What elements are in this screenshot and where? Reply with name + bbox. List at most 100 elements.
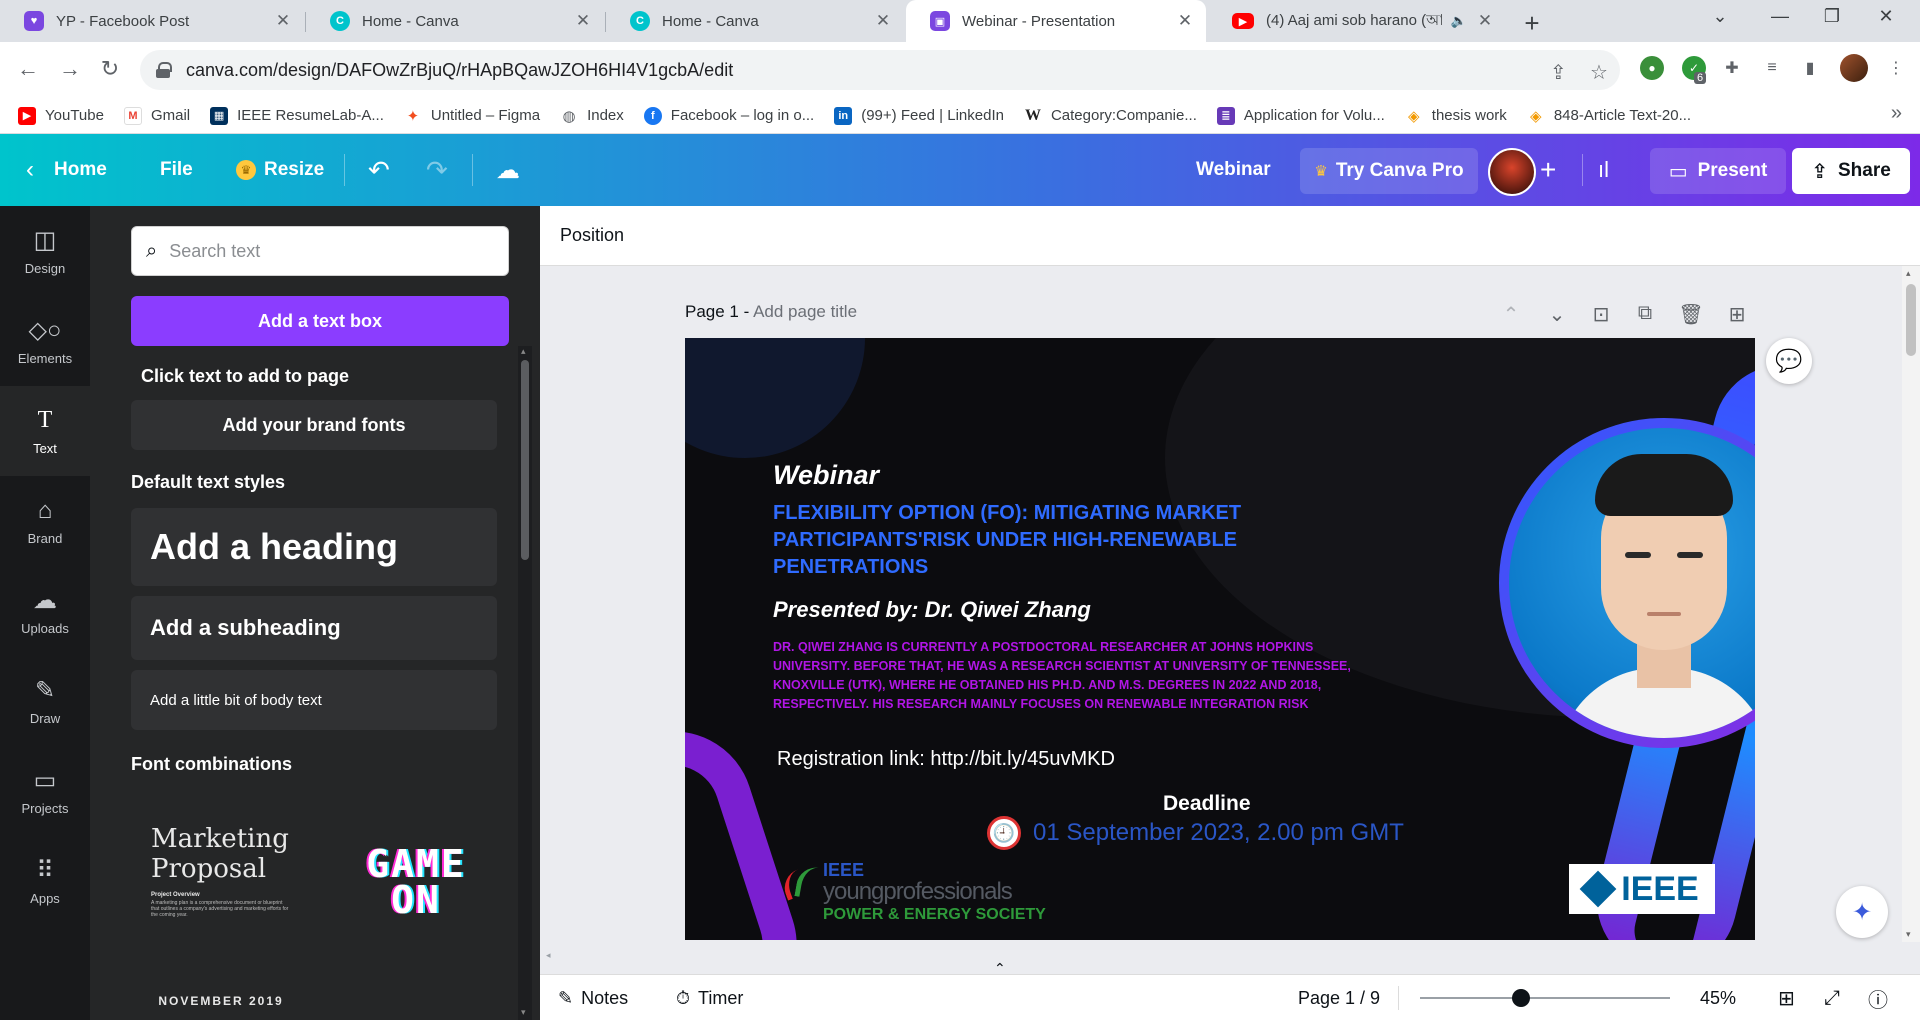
speaker-icon[interactable]: 🔈 [1450,12,1468,30]
bookmark-article[interactable]: ◈ 848-Article Text-20... [1526,106,1691,125]
design-name[interactable]: Webinar [1196,134,1271,206]
close-icon[interactable]: ✕ [1476,11,1494,30]
bookmark-figma[interactable]: ✦ Untitled – Figma [403,106,540,125]
fullscreen-icon[interactable]: ⤢ [1824,975,1840,1020]
panel-scroll-thumb[interactable] [521,360,529,560]
home-button[interactable]: ‹ Home [26,134,107,206]
add-page-icon[interactable]: ⊞ [1724,302,1750,327]
canvas-scroll-thumb[interactable] [1906,284,1916,356]
bookmark-thesis[interactable]: ◈ thesis work [1404,106,1507,125]
add-subheading-button[interactable]: Add a subheading [131,596,497,660]
chevron-up-icon[interactable]: ⌃ [1498,302,1524,327]
puzzle-extensions-icon[interactable]: ✚ [1720,56,1744,80]
browser-tab-active[interactable]: ▣ Webinar - Presentation ✕ [906,0,1206,42]
browser-tab[interactable]: C Home - Canva ✕ [306,0,604,42]
address-bar[interactable]: canva.com/design/DAFOwZrBjuQ/rHApBQawJZO… [140,50,1620,90]
close-icon[interactable]: ✕ [574,11,592,30]
insights-chart-icon[interactable]: ıl [1598,134,1609,206]
share-button[interactable]: ⇪ Share [1792,148,1910,194]
slide-deadline-label[interactable]: Deadline [1163,792,1251,816]
page-counter-button[interactable]: Page 1 / 9 [1298,975,1380,1020]
close-icon[interactable]: ✕ [1176,11,1194,30]
redo-icon[interactable]: ↷ [426,134,448,206]
restore-button[interactable]: ❐ [1812,6,1852,27]
font-combo-game-on[interactable]: GAME ON [326,792,506,972]
slide-webinar-label[interactable]: Webinar [773,460,879,491]
file-menu-button[interactable]: File [160,134,193,206]
timer-button[interactable]: ⏱ Timer [676,975,743,1020]
add-heading-button[interactable]: Add a heading [131,508,497,586]
add-brand-fonts-button[interactable]: Add your brand fonts [131,400,497,450]
notes-button[interactable]: ✎ Notes [558,975,628,1020]
profile-avatar[interactable] [1840,54,1868,82]
rail-brand[interactable]: ⌂ Brand [0,476,90,566]
rail-uploads[interactable]: ☁ Uploads [0,566,90,656]
browser-tab[interactable]: ♥ YP - Facebook Post ✕ [0,0,304,42]
reload-button[interactable]: ↻ [96,56,124,82]
duplicate-page-icon[interactable]: ⧉ [1632,302,1658,325]
scroll-down-icon[interactable]: ▾ [1906,929,1911,940]
extension-icon[interactable]: ● [1640,56,1664,80]
scroll-up-icon[interactable]: ▴ [521,346,526,357]
scroll-up-icon[interactable]: ▴ [1906,268,1911,279]
more-bookmarks-icon[interactable]: » [1891,102,1902,125]
scroll-left-icon[interactable]: ◂ [546,950,551,961]
resize-button[interactable]: ♛ Resize [236,134,324,206]
slide-registration-link[interactable]: Registration link: http://bit.ly/45uvMKD [777,748,1115,771]
position-button[interactable]: Position [560,225,624,246]
back-button[interactable]: ← [14,56,42,82]
present-button[interactable]: ▭ Present [1650,148,1786,194]
minimize-button[interactable]: — [1760,6,1800,27]
url-text[interactable]: canva.com/design/DAFOwZrBjuQ/rHApBQawJZO… [186,60,733,81]
close-window-button[interactable]: ✕ [1866,6,1906,27]
bookmark-star-icon[interactable]: ☆ [1590,60,1608,85]
close-icon[interactable]: ✕ [874,11,892,30]
add-collaborator-icon[interactable]: + [1540,134,1556,206]
tab-search-icon[interactable]: ⌄ [1700,6,1740,27]
font-combo-marketing[interactable]: Marketing Proposal Project Overview A ma… [131,792,311,972]
rail-text[interactable]: T Text [0,386,90,476]
search-input[interactable] [169,240,470,262]
search-text-field[interactable]: ⌕ [131,226,509,276]
bookmark-gmail[interactable]: M Gmail [123,106,190,125]
bookmark-facebook[interactable]: f Facebook – log in o... [643,106,814,125]
browser-tab[interactable]: ▶ (4) Aaj ami sob harano (আজ 🔈 ✕ [1208,0,1506,42]
panel-scrollbar[interactable]: ▴ ▾ [518,346,532,1020]
magic-sparkle-button[interactable]: ✦ [1836,886,1888,938]
font-combo-november[interactable]: NOVEMBER 2019 [131,994,311,1020]
slide-presenter[interactable]: Presented by: Dr. Qiwei Zhang [773,597,1091,623]
share-page-icon[interactable]: ⇪ [1550,60,1567,85]
page-title-input[interactable]: Add page title [753,302,857,321]
bookmark-wikipedia[interactable]: W Category:Companie... [1023,106,1197,125]
add-body-text-button[interactable]: Add a little bit of body text [131,670,497,730]
bookmark-index[interactable]: ◍ Index [560,106,624,125]
slide-title[interactable]: FLEXIBILITY OPTION (FO): MITIGATING MARK… [773,500,1293,581]
help-icon[interactable]: ⓘ [1868,975,1888,1020]
media-control-icon[interactable]: ≡ [1760,56,1784,80]
rail-apps[interactable]: ⠿ Apps [0,836,90,926]
slide-canvas[interactable]: Webinar FLEXIBILITY OPTION (FO): MITIGAT… [685,338,1755,940]
close-icon[interactable]: ✕ [274,11,292,30]
browser-tab[interactable]: C Home - Canva ✕ [606,0,904,42]
rail-elements[interactable]: ◇○ Elements [0,296,90,386]
chevron-down-icon[interactable]: ⌄ [1544,302,1570,327]
rail-projects[interactable]: ▭ Projects [0,746,90,836]
new-tab-button[interactable]: + [1518,8,1546,39]
slide-bio[interactable]: DR. QIWEI ZHANG IS CURRENTLY A POSTDOCTO… [773,638,1363,714]
slide-deadline-date[interactable]: 01 September 2023, 2.00 pm GMT [1033,819,1404,847]
zoom-slider[interactable] [1420,989,1670,1007]
bookmark-youtube[interactable]: ▶ YouTube [18,106,104,125]
cloud-saved-icon[interactable]: ☁ [496,134,520,206]
try-canva-pro-button[interactable]: ♛ Try Canva Pro [1300,148,1478,194]
more-menu-icon[interactable]: ⋮ [1884,56,1908,80]
page-title-row[interactable]: Page 1 - Add page title [685,302,857,322]
add-text-box-button[interactable]: Add a text box [131,296,509,346]
rail-design[interactable]: ◫ Design [0,206,90,296]
forward-button[interactable]: → [56,56,84,82]
undo-icon[interactable]: ↶ [368,134,390,206]
zoom-slider-handle[interactable] [1512,989,1530,1007]
scroll-down-icon[interactable]: ▾ [521,1007,526,1018]
rail-draw[interactable]: ✎ Draw [0,656,90,746]
bookmark-linkedin[interactable]: in (99+) Feed | LinkedIn [834,106,1004,125]
lock-page-icon[interactable]: ⊡ [1588,302,1614,327]
